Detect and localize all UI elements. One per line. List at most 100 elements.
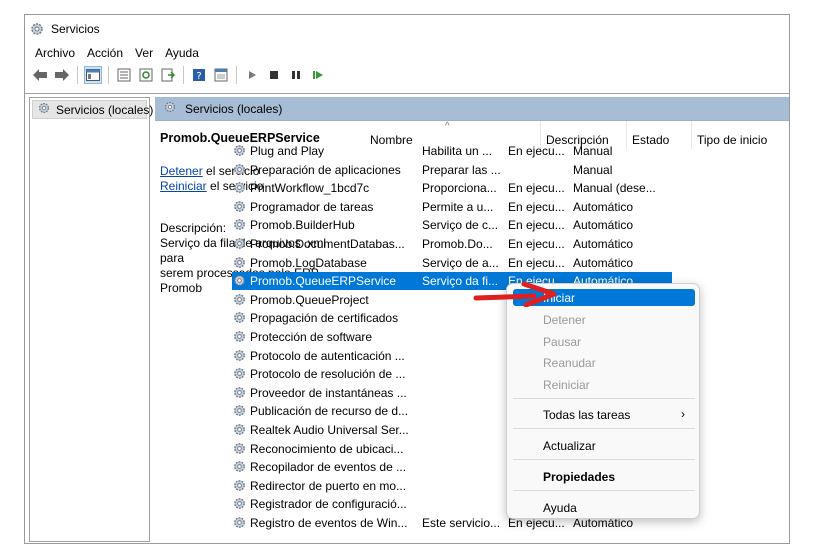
menu-item-help[interactable]: Ayuda xyxy=(513,499,695,516)
service-gear-icon xyxy=(232,366,247,384)
console-tree: Servicios (locales) xyxy=(29,97,153,542)
service-gear-icon xyxy=(232,422,247,440)
menu-item-refresh[interactable]: Actualizar xyxy=(513,437,695,454)
context-menu: Iniciar Detener Pausar Reanudar Reinicia… xyxy=(506,283,700,519)
service-gear-icon xyxy=(232,441,247,459)
tree-item-services-local[interactable]: Servicios (locales) xyxy=(32,100,153,119)
service-description-cell: Proporciona... xyxy=(422,181,497,196)
stop-service-link[interactable]: Detener xyxy=(160,164,203,178)
service-gear-icon xyxy=(232,348,247,366)
service-gear-icon xyxy=(232,310,247,328)
service-name-cell: Reconocimiento de ubicaci... xyxy=(250,441,404,456)
service-description-cell: Habilita un ... xyxy=(422,144,493,158)
stop-icon[interactable] xyxy=(265,66,283,84)
menu-accion[interactable]: Acción xyxy=(87,46,123,60)
title-bar: Servicios xyxy=(25,15,789,43)
service-startup-type-cell: Automático xyxy=(573,237,634,251)
service-row[interactable]: Programador de tareas Permite a u... En ej… xyxy=(232,198,672,216)
view-icon[interactable] xyxy=(212,66,230,84)
services-gear-icon xyxy=(37,101,51,118)
column-separator[interactable] xyxy=(691,121,692,149)
services-gear-icon xyxy=(163,100,177,117)
service-description-cell: Serviço de a... xyxy=(422,255,499,270)
service-name-cell: Publicación de recurso de d... xyxy=(250,404,409,419)
svg-text:?: ? xyxy=(196,71,201,82)
service-state-cell: En ejecu... xyxy=(508,199,565,214)
service-gear-icon xyxy=(232,385,247,403)
toolbar: ? xyxy=(25,64,789,86)
service-row[interactable]: Preparación de aplicaciones Preparar las … xyxy=(232,161,672,179)
service-description-cell: Permite a u... xyxy=(422,199,494,214)
service-gear-icon xyxy=(232,329,247,347)
menu-ver[interactable]: Ver xyxy=(135,46,153,60)
service-name-cell: Propagación de certificados xyxy=(250,311,399,326)
menu-separator xyxy=(513,490,695,491)
menu-item-pause[interactable]: Pausar xyxy=(513,333,695,350)
service-gear-icon xyxy=(232,217,247,235)
menu-bar: Archivo Acción Ver Ayuda xyxy=(25,43,211,63)
service-name-cell: Registro de eventos de Win... xyxy=(250,516,408,530)
menu-archivo[interactable]: Archivo xyxy=(35,46,75,60)
service-startup-type-cell: Automático xyxy=(573,255,634,270)
pane-header-title: Servicios (locales) xyxy=(185,101,283,116)
service-gear-icon xyxy=(232,162,247,180)
export-icon[interactable] xyxy=(159,66,177,84)
service-gear-icon xyxy=(232,143,247,161)
forward-icon[interactable] xyxy=(53,66,71,84)
service-name-cell: Proveedor de instantáneas ... xyxy=(250,385,407,400)
service-name-cell: Plug and Play xyxy=(250,144,325,158)
service-description-cell: Este servicio... xyxy=(422,516,501,530)
service-row[interactable]: Promob.LogDatabase Serviço de a... En ejec… xyxy=(232,254,672,272)
menu-separator xyxy=(513,428,695,429)
service-name-cell: Redirector de puerto en mo... xyxy=(250,478,407,493)
menu-item-properties[interactable]: Propiedades xyxy=(513,468,695,485)
service-gear-icon xyxy=(232,236,247,254)
service-gear-icon xyxy=(232,180,247,198)
properties-icon[interactable] xyxy=(115,66,133,84)
service-description-cell: Serviço de c... xyxy=(422,218,499,233)
red-annotation-arrow-icon xyxy=(473,281,557,307)
play-icon[interactable] xyxy=(243,66,261,84)
service-gear-icon xyxy=(232,255,247,273)
menu-item-resume[interactable]: Reanudar xyxy=(513,354,695,371)
services-gear-icon xyxy=(29,21,45,37)
service-startup-type-cell: Automático xyxy=(573,199,634,214)
service-name-cell: Promob.QueueProject xyxy=(250,292,369,307)
restart-icon[interactable] xyxy=(309,66,327,84)
pause-icon[interactable] xyxy=(287,66,305,84)
menu-ayuda[interactable]: Ayuda xyxy=(165,46,199,60)
column-header-startup-type[interactable]: Tipo de inicio xyxy=(697,133,767,147)
service-row[interactable]: PrintWorkflow_1bcd7c Proporciona... En eje… xyxy=(232,179,672,197)
window-title: Servicios xyxy=(51,22,100,36)
menu-item-all-tasks[interactable]: Todas las tareas › xyxy=(513,406,695,423)
service-gear-icon xyxy=(232,478,247,496)
menu-separator xyxy=(513,398,695,399)
service-name-cell: Protocolo de resolución de ... xyxy=(250,367,406,382)
service-gear-icon xyxy=(232,292,247,310)
restart-service-link[interactable]: Reiniciar xyxy=(160,179,207,193)
service-name-cell: Protocolo de autenticación ... xyxy=(250,348,405,363)
service-row[interactable]: Promob.DocumentDatabas... Promob.Do... En … xyxy=(232,235,672,253)
service-startup-type-cell: Manual (dese... xyxy=(573,181,656,196)
service-gear-icon xyxy=(232,459,247,477)
toolbar-separator xyxy=(236,66,237,84)
service-row[interactable]: Plug and Play Habilita un ... En ejecu... M… xyxy=(232,142,672,160)
console-tree-icon[interactable] xyxy=(84,66,102,84)
menu-item-all-tasks-label: Todas las tareas xyxy=(543,407,631,422)
menu-item-restart[interactable]: Reiniciar xyxy=(513,376,695,393)
service-name-cell: Promob.QueueERPService xyxy=(250,274,397,289)
submenu-chevron-right-icon: › xyxy=(681,407,685,421)
pane-header: Servicios (locales) xyxy=(155,97,789,121)
service-row[interactable]: Promob.BuilderHub Serviço de c... En ejecu… xyxy=(232,216,672,234)
service-startup-type-cell: Automático xyxy=(573,218,634,233)
service-gear-icon xyxy=(232,273,247,291)
service-state-cell: En ejecu... xyxy=(508,218,565,233)
refresh-icon[interactable] xyxy=(137,66,155,84)
help-icon[interactable]: ? xyxy=(190,66,208,84)
service-startup-type-cell: Manual xyxy=(573,162,613,177)
service-description-cell: Preparar las ... xyxy=(422,162,501,177)
menu-item-stop[interactable]: Detener xyxy=(513,311,695,328)
service-startup-type-cell: Manual xyxy=(573,144,613,158)
back-icon[interactable] xyxy=(31,66,49,84)
service-name-cell: Protección de software xyxy=(250,330,373,344)
